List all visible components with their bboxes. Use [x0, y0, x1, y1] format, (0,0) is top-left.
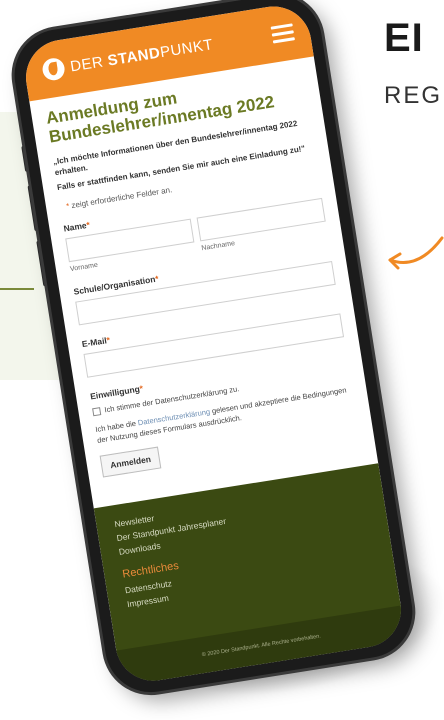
decorative-line	[0, 288, 34, 290]
brand-name: DER STANDPUNKT	[69, 35, 215, 75]
curved-arrow-icon	[388, 236, 444, 270]
site-footer: Newsletter Der Standpunkt Jahresplaner D…	[93, 463, 407, 687]
submit-button[interactable]: Anmelden	[99, 446, 162, 478]
brand-logo[interactable]: DER STANDPUNKT	[40, 33, 215, 82]
promo-headline: EI	[384, 16, 424, 60]
footer-copyright: © 2020 Der Standpunkt. Alle Rechte vorbe…	[116, 605, 407, 687]
hamburger-icon[interactable]	[270, 22, 295, 44]
consent-checkbox[interactable]	[92, 406, 102, 416]
promo-subline: REG	[384, 82, 443, 109]
phone-screen: DER STANDPUNKT Anmeldung zum Bundeslehre…	[20, 1, 407, 687]
form-content: Anmeldung zum Bundeslehrer/innentag 2022…	[29, 56, 373, 479]
logo-icon	[40, 56, 67, 82]
phone-mockup: DER STANDPUNKT Anmeldung zum Bundeslehre…	[7, 0, 428, 718]
phone-body: DER STANDPUNKT Anmeldung zum Bundeslehre…	[7, 0, 419, 699]
